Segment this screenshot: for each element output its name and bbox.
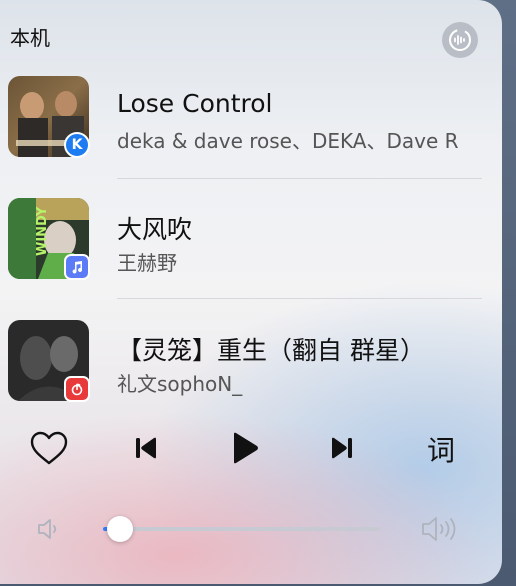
track-title: Lose Control: [117, 89, 273, 118]
track-title: 【灵笼】重生（翻自 群星）: [117, 336, 425, 365]
apple-music-icon: [64, 254, 90, 280]
volume-slider-thumb[interactable]: [106, 516, 133, 542]
previous-button[interactable]: [128, 432, 164, 464]
volume-low-icon: [36, 516, 64, 546]
media-control-panel: 本机 K Lose Control deka & dave rose、DEKA、…: [0, 0, 502, 584]
kugou-icon: K: [64, 132, 90, 158]
track-artist: 王赫野: [117, 251, 177, 275]
track-title: 大风吹: [117, 215, 193, 244]
like-button[interactable]: [29, 428, 69, 468]
heart-icon: [30, 431, 68, 465]
next-icon: [332, 437, 352, 459]
lyrics-button[interactable]: 词: [422, 430, 460, 468]
track-item[interactable]: K Lose Control deka & dave rose、DEKA、Dav…: [0, 72, 502, 172]
svg-text:WINDY: WINDY: [35, 206, 50, 256]
track-artist: 礼文sophoN_: [117, 372, 243, 396]
track-item[interactable]: WINDY 大风吹 王赫野: [0, 190, 502, 290]
volume-high-icon: [420, 514, 462, 548]
divider: [117, 178, 482, 179]
volume-slider[interactable]: [103, 527, 380, 531]
netease-music-icon: [64, 376, 90, 402]
play-icon: [234, 432, 258, 464]
divider: [117, 298, 482, 299]
track-artist: deka & dave rose、DEKA、Dave R: [117, 129, 459, 153]
track-item[interactable]: 【灵笼】重生（翻自 群星） 礼文sophoN_: [0, 310, 502, 410]
previous-icon: [136, 437, 156, 459]
audio-output-button[interactable]: [442, 22, 478, 58]
audio-output-icon: [449, 29, 471, 51]
play-button[interactable]: [224, 428, 264, 468]
device-label: 本机: [10, 26, 50, 50]
next-button[interactable]: [324, 432, 360, 464]
